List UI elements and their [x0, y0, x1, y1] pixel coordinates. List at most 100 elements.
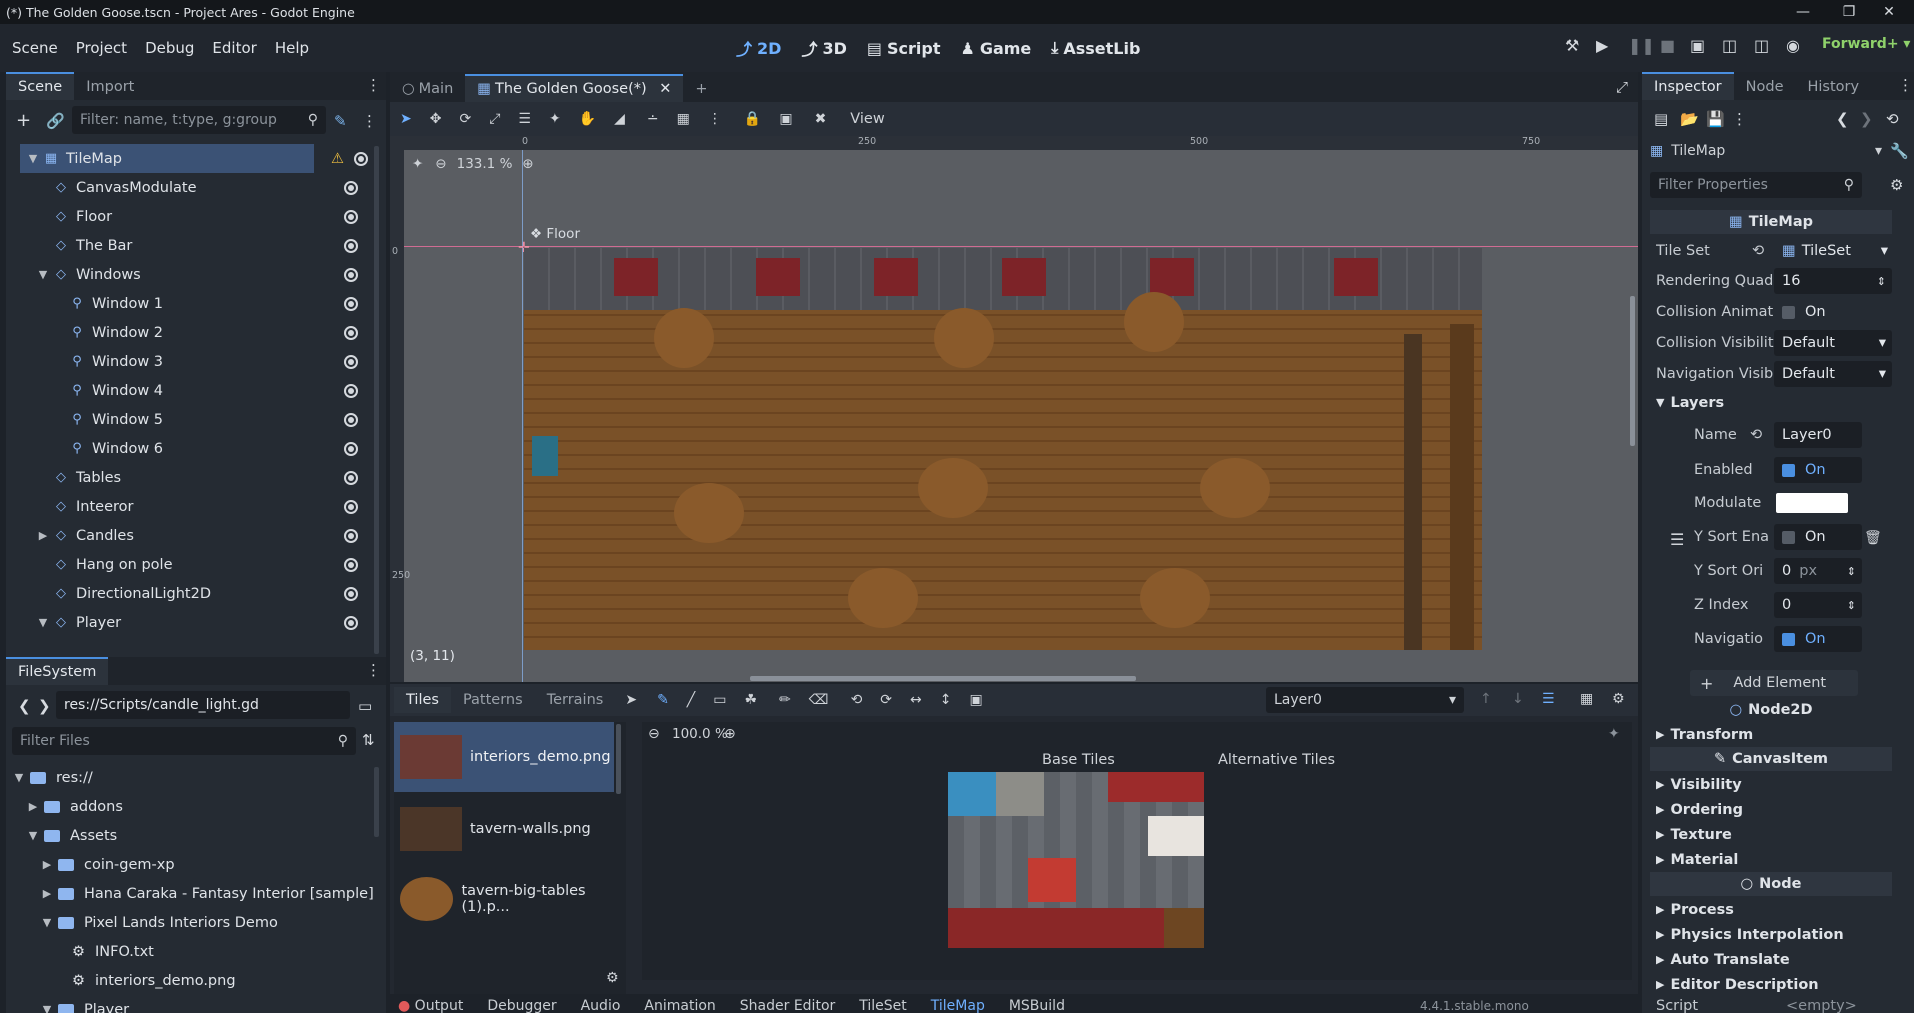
- close-window-icon[interactable]: ✕: [1866, 0, 1912, 24]
- rotate-mode-icon[interactable]: ⟳: [459, 111, 471, 127]
- v-scrollbar[interactable]: [1630, 296, 1635, 446]
- scene-node[interactable]: ◇ CanvasModulate: [6, 173, 366, 202]
- bone-icon[interactable]: ✖: [815, 111, 827, 127]
- tab-history[interactable]: History: [1795, 74, 1871, 100]
- scene-filter-input[interactable]: Filter: name, t:type, g:group ⚲: [72, 106, 326, 134]
- rotate-right-icon[interactable]: ⟳: [880, 692, 892, 708]
- visibility-eye-icon[interactable]: [344, 383, 358, 398]
- renderer-select[interactable]: Forward+ ▾: [1822, 36, 1910, 52]
- collision-anim-toggle[interactable]: On: [1774, 299, 1892, 325]
- fs-filter-input[interactable]: Filter Files ⚲: [12, 727, 356, 755]
- h-scrollbar[interactable]: [750, 676, 1136, 681]
- lock-icon[interactable]: 🔒: [744, 111, 761, 127]
- tab-terrains[interactable]: Terrains: [535, 687, 616, 713]
- material-section[interactable]: ▶ Material: [1650, 847, 1892, 872]
- drag-handle-icon[interactable]: ☰: [1670, 530, 1684, 549]
- zoom-out-icon[interactable]: ⊖: [435, 156, 446, 172]
- nav-vis-select[interactable]: Default ▾: [1774, 361, 1892, 387]
- fs-menu-icon[interactable]: ⋮: [366, 661, 381, 679]
- scene-node[interactable]: ▼ ▦ TileMap ⚠: [20, 144, 368, 173]
- visibility-eye-icon[interactable]: [344, 499, 358, 514]
- scene-node[interactable]: ◇ Inteeror: [6, 492, 366, 521]
- menu-editor[interactable]: Editor: [206, 39, 262, 57]
- fs-item[interactable]: ▼ Pixel Lands Interiors Demo: [6, 908, 376, 937]
- inspector-settings-icon[interactable]: ⚙: [1890, 176, 1903, 194]
- add-element-button[interactable]: + Add Element: [1690, 670, 1858, 696]
- layer-up-icon[interactable]: ↑: [1480, 691, 1492, 707]
- new-tab-icon[interactable]: +: [683, 76, 719, 102]
- tilemap-menu-icon[interactable]: ⚙: [1612, 691, 1625, 707]
- ysort-origin-input[interactable]: 0 px ⇕: [1774, 558, 1862, 584]
- fs-path-field[interactable]: res://Scripts/candle_light.gd: [56, 691, 350, 719]
- minimize-icon[interactable]: —: [1780, 0, 1826, 24]
- viewport[interactable]: 0 250 500 750 0 250 ✦ ⊖ 133.1 % ⊕ ✛ ❖ Fl…: [390, 136, 1638, 682]
- rendering-quadrant-value[interactable]: 16 ⇕: [1774, 268, 1892, 294]
- view-menu[interactable]: View: [850, 111, 884, 127]
- fs-item[interactable]: ▶ addons: [6, 792, 376, 821]
- texture-section[interactable]: ▶ Texture: [1650, 822, 1892, 847]
- scene-node[interactable]: ◇ Tables: [6, 463, 366, 492]
- chevron-right-icon[interactable]: ▶: [36, 529, 50, 542]
- tileset-value[interactable]: ▦ TileSet ▾: [1774, 238, 1892, 264]
- visibility-eye-icon[interactable]: [344, 209, 358, 224]
- tab-msbuild[interactable]: MSBuild: [1009, 998, 1065, 1013]
- inspector-menu-icon[interactable]: ⋮: [1898, 76, 1913, 94]
- split-view-icon[interactable]: ▭: [358, 697, 372, 715]
- save-resource-icon[interactable]: 💾: [1706, 110, 1725, 128]
- wrench-icon[interactable]: 🔧: [1890, 142, 1909, 160]
- build-icon[interactable]: ⚒: [1565, 36, 1579, 55]
- chevron-icon[interactable]: ▼: [12, 771, 26, 784]
- workspace-assetlib[interactable]: ⤓ AssetLib: [1051, 36, 1140, 60]
- chevron-down-icon[interactable]: ▼: [36, 616, 50, 629]
- property-filter-input[interactable]: Filter Properties ⚲: [1650, 172, 1862, 198]
- chevron-down-icon[interactable]: ▼: [36, 268, 50, 281]
- smart-snap-icon[interactable]: ∸: [647, 111, 659, 127]
- scene-node[interactable]: ◇ Hang on pole: [6, 550, 366, 579]
- new-resource-icon[interactable]: ▤: [1654, 110, 1668, 128]
- snap-options-icon[interactable]: ⋮: [708, 111, 722, 127]
- scene-scrollbar[interactable]: [374, 146, 379, 654]
- scene-node[interactable]: ⚲ Window 1: [6, 289, 366, 318]
- fs-scrollbar[interactable]: [374, 767, 379, 837]
- collision-vis-select[interactable]: Default ▾: [1774, 330, 1892, 356]
- group-icon[interactable]: ▣: [779, 111, 792, 127]
- physics-interp-section[interactable]: ▶ Physics Interpolation: [1650, 922, 1892, 947]
- ordering-section[interactable]: ▶ Ordering: [1650, 797, 1892, 822]
- fs-item[interactable]: ▼ res://: [6, 763, 376, 792]
- scene-node[interactable]: ⚲ Window 2: [6, 318, 366, 347]
- visibility-section[interactable]: ▶ Visibility: [1650, 772, 1892, 797]
- forward-icon[interactable]: ❯: [38, 697, 51, 715]
- source-tools-icon[interactable]: ⚙: [606, 970, 619, 986]
- scene-node[interactable]: ◇ Floor: [6, 202, 366, 231]
- list-select-icon[interactable]: ☰: [518, 111, 531, 127]
- menu-help[interactable]: Help: [269, 39, 315, 57]
- scale-mode-icon[interactable]: ⤢: [489, 111, 500, 127]
- history-forward-icon[interactable]: ❯: [1860, 110, 1873, 128]
- tab-import[interactable]: Import: [74, 74, 146, 100]
- rect-icon[interactable]: ▭: [713, 692, 726, 708]
- play-icon[interactable]: ▶: [1596, 36, 1608, 55]
- menu-scene[interactable]: Scene: [6, 39, 64, 57]
- process-section[interactable]: ▶ Process: [1650, 897, 1892, 922]
- scene-node[interactable]: ▼ ◇ Player: [6, 608, 366, 637]
- pause-icon[interactable]: ❚❚: [1628, 36, 1655, 55]
- scene-node[interactable]: ⚲ Window 6: [6, 434, 366, 463]
- center-atlas-icon[interactable]: ✦: [1608, 726, 1620, 742]
- history-back-icon[interactable]: ❮: [1836, 110, 1849, 128]
- stop-icon[interactable]: ■: [1660, 36, 1675, 55]
- play-custom-icon[interactable]: ◫: [1754, 36, 1769, 55]
- tab-scene[interactable]: Scene: [6, 72, 75, 100]
- pivot-mode-icon[interactable]: ✦: [549, 111, 561, 127]
- tab-animation[interactable]: Animation: [644, 998, 715, 1013]
- tab-main-scene[interactable]: ○ Main: [390, 76, 465, 102]
- instance-scene-icon[interactable]: 🔗: [46, 112, 65, 130]
- visibility-eye-icon[interactable]: [344, 296, 358, 311]
- fs-item[interactable]: ⚙ INFO.txt: [6, 937, 376, 966]
- layer-name-input[interactable]: Layer0: [1774, 422, 1862, 448]
- auto-translate-section[interactable]: ▶ Auto Translate: [1650, 947, 1892, 972]
- bucket-icon[interactable]: ☘: [744, 692, 757, 708]
- sort-icon[interactable]: ⇅: [362, 731, 375, 749]
- source-item[interactable]: interiors_demo.png: [394, 722, 614, 792]
- resource-menu-icon[interactable]: ⋮: [1732, 110, 1747, 128]
- random-tile-icon[interactable]: ▣: [970, 692, 983, 708]
